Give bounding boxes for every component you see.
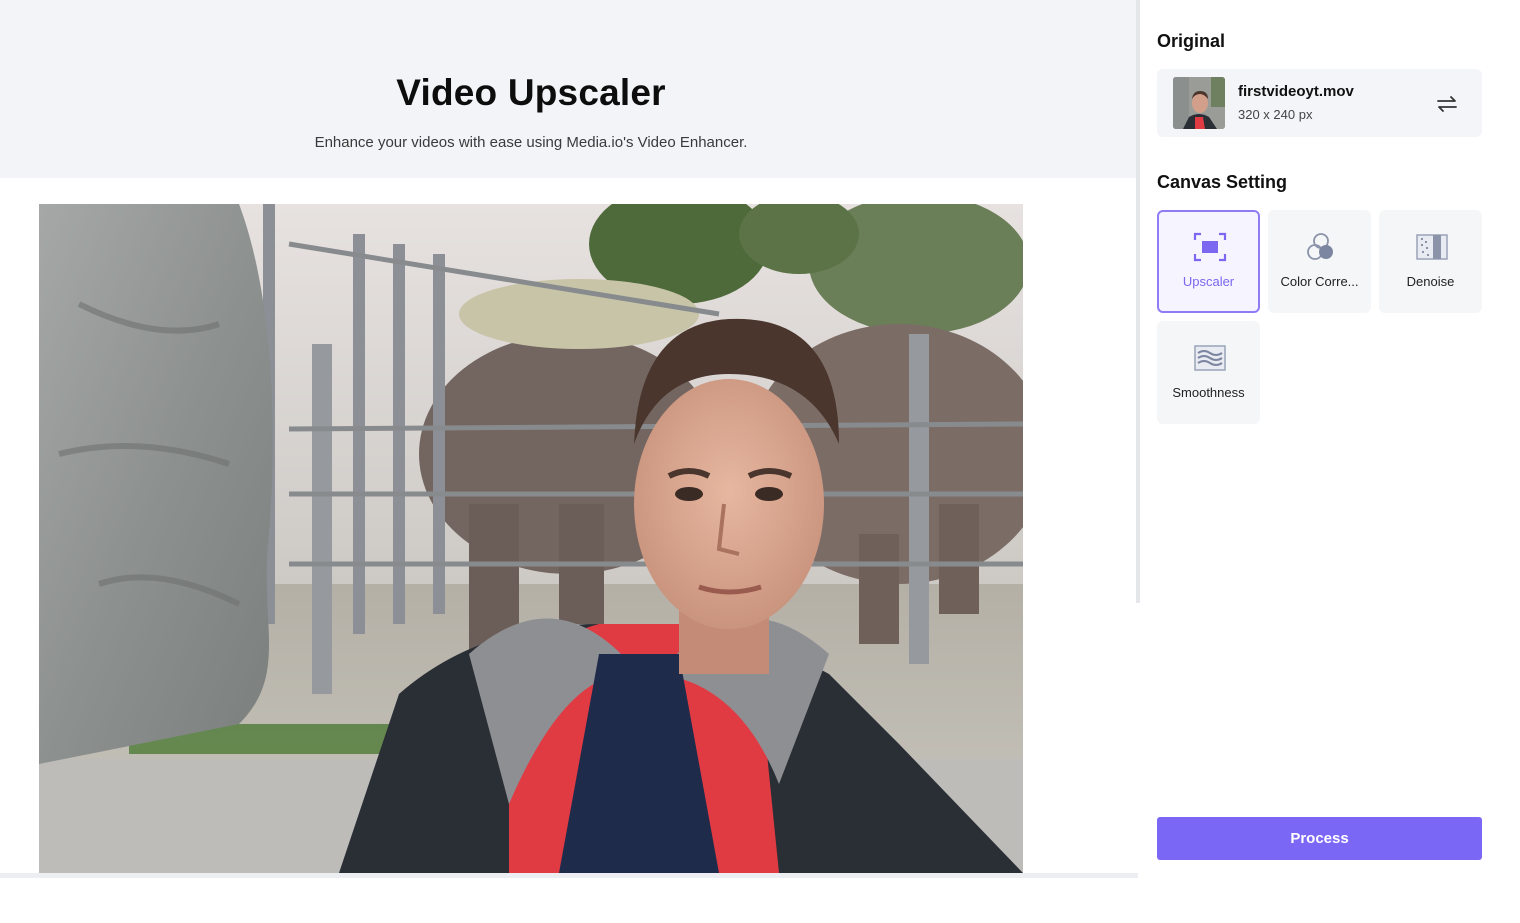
swap-arrows-icon[interactable] bbox=[1434, 91, 1460, 117]
video-frame-image bbox=[39, 204, 1023, 873]
file-dimensions: 320 x 240 px bbox=[1238, 107, 1313, 122]
main-area: Video Upscaler Enhance your videos with … bbox=[0, 0, 1138, 878]
tool-upscaler[interactable]: Upscaler bbox=[1157, 210, 1260, 313]
settings-panel: Original firstvideoyt.mov 320 x 240 px C… bbox=[1140, 0, 1520, 923]
canvas-setting-title: Canvas Setting bbox=[1157, 172, 1288, 192]
file-thumbnail bbox=[1173, 77, 1225, 129]
tool-color-correction[interactable]: Color Corre... bbox=[1268, 210, 1371, 313]
upscale-icon bbox=[1193, 232, 1227, 262]
video-preview[interactable] bbox=[39, 204, 1023, 873]
tool-denoise[interactable]: Denoise bbox=[1379, 210, 1482, 313]
tool-upscaler-label: Upscaler bbox=[1182, 274, 1235, 289]
tool-color-correction-label: Color Corre... bbox=[1280, 274, 1359, 289]
file-card: firstvideoyt.mov 320 x 240 px bbox=[1157, 69, 1482, 137]
hero-header: Video Upscaler Enhance your videos with … bbox=[0, 0, 1136, 178]
page-title: Video Upscaler bbox=[396, 72, 666, 113]
original-section-title: Original bbox=[1157, 31, 1226, 51]
tool-smoothness[interactable]: Smoothness bbox=[1157, 321, 1260, 424]
tool-smoothness-label: Smoothness bbox=[1172, 385, 1245, 400]
page-subtitle: Enhance your videos with ease using Medi… bbox=[314, 134, 748, 151]
denoise-icon bbox=[1415, 232, 1449, 262]
tool-denoise-label: Denoise bbox=[1406, 274, 1455, 289]
file-name: firstvideoyt.mov bbox=[1238, 83, 1354, 100]
color-circles-icon bbox=[1304, 232, 1338, 262]
smoothness-icon bbox=[1193, 343, 1227, 373]
bottom-divider bbox=[0, 873, 1138, 878]
process-button[interactable]: Process bbox=[1157, 817, 1482, 860]
